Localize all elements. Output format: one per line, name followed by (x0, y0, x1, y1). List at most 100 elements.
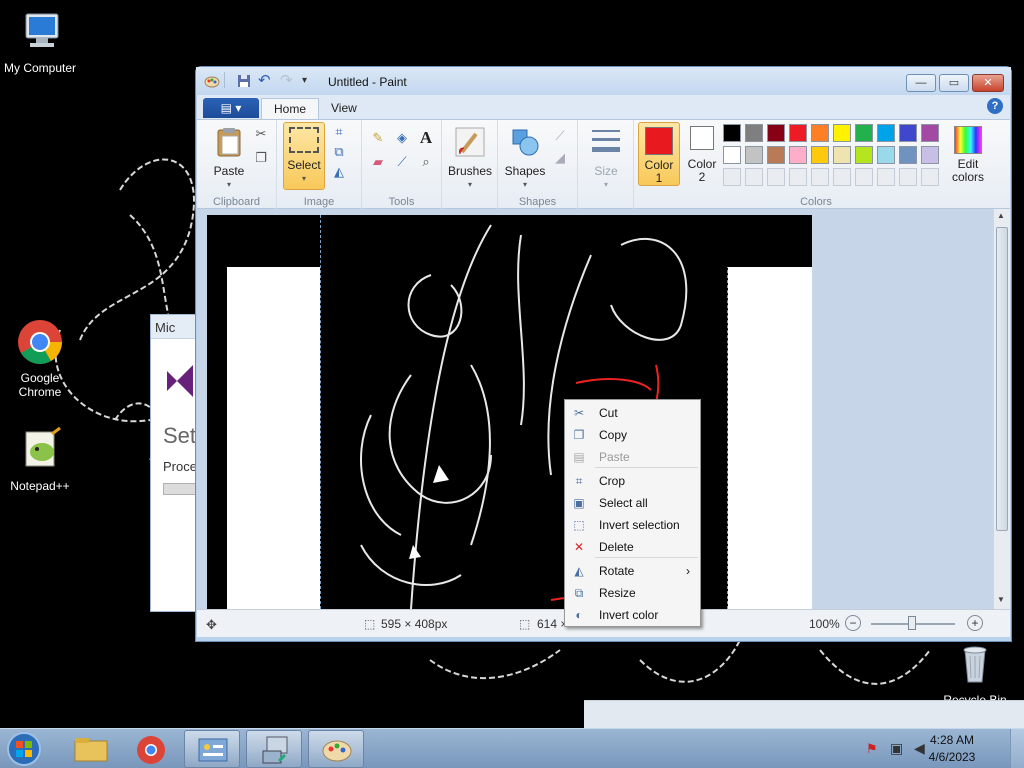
rotate-icon[interactable]: ◭ (329, 162, 349, 182)
desktop-icon-my-computer[interactable]: My Computer (0, 8, 80, 75)
palette-swatch[interactable] (855, 124, 873, 142)
custom-color-slot[interactable] (767, 168, 785, 186)
scroll-up-arrow-icon[interactable]: ▲ (997, 211, 1005, 220)
resize-icon[interactable]: ⧉ (329, 142, 349, 162)
custom-color-slot[interactable] (789, 168, 807, 186)
outline-icon[interactable]: ⟋ (550, 126, 570, 146)
maximize-button[interactable]: ▭ (939, 74, 969, 92)
taskbar-paint[interactable] (308, 730, 364, 768)
fill-icon[interactable]: ◈ (392, 128, 412, 148)
pencil-icon[interactable]: ✎ (368, 128, 388, 148)
zoom-slider-thumb[interactable] (908, 616, 916, 630)
menu-item-paste[interactable]: ▤ Paste (567, 446, 698, 468)
palette-swatch[interactable] (811, 146, 829, 164)
network-icon[interactable]: ▣ (890, 740, 903, 757)
palette-swatch[interactable] (877, 124, 895, 142)
paint-titlebar[interactable]: ↶ ↷ ▾ Untitled - Paint — ▭ ✕ (196, 67, 1011, 95)
tab-view[interactable]: View (319, 98, 369, 119)
show-desktop-button[interactable] (1010, 729, 1024, 768)
menu-item-resize[interactable]: ⧉ Resize (567, 582, 698, 604)
zoom-in-button[interactable]: + (967, 615, 983, 631)
palette-swatch[interactable] (833, 146, 851, 164)
color-picker-icon[interactable]: ⟋ (392, 152, 412, 172)
help-icon[interactable]: ? (987, 98, 1003, 114)
palette-swatch[interactable] (789, 124, 807, 142)
customize-qat-icon[interactable]: ▾ (302, 73, 318, 89)
size-button[interactable]: Size ▾ (584, 126, 628, 191)
brushes-button[interactable]: Brushes ▾ (446, 126, 494, 191)
vertical-scrollbar[interactable]: ▲ ▼ (993, 209, 1010, 609)
text-icon[interactable]: A (416, 128, 436, 148)
crop-icon: ⌗ (575, 474, 583, 488)
menu-item-rotate[interactable]: ◭ Rotate › (567, 560, 698, 582)
redo-icon[interactable]: ↷ (280, 73, 296, 89)
palette-swatch[interactable] (877, 146, 895, 164)
select-button[interactable]: Select ▾ (283, 122, 325, 190)
window-title: Untitled - Paint (328, 75, 407, 89)
menu-item-select-all[interactable]: ▣ Select all (567, 492, 698, 514)
select-all-icon: ▣ (573, 496, 585, 510)
custom-color-slot[interactable] (921, 168, 939, 186)
taskbar-explorer[interactable] (62, 730, 118, 768)
taskbar-installer[interactable] (246, 730, 302, 768)
paste-button[interactable]: Paste ▾ (205, 126, 253, 191)
tab-home[interactable]: Home (261, 98, 320, 119)
palette-swatch[interactable] (833, 124, 851, 142)
custom-color-slot[interactable] (745, 168, 763, 186)
fill-shape-icon[interactable]: ◢ (550, 148, 570, 168)
palette-swatch[interactable] (767, 124, 785, 142)
menu-item-invert-selection[interactable]: ⬚ Invert selection (567, 514, 698, 536)
custom-color-slot[interactable] (811, 168, 829, 186)
taskbar-control-panel[interactable] (184, 730, 240, 768)
color2-button[interactable]: Color 2 (682, 126, 722, 184)
crop-icon[interactable]: ⌗ (329, 122, 349, 142)
custom-color-slot[interactable] (723, 168, 741, 186)
undo-icon[interactable]: ↶ (258, 73, 274, 89)
palette-swatch[interactable] (723, 124, 741, 142)
scroll-thumb[interactable] (996, 227, 1008, 531)
shapes-button[interactable]: Shapes ▾ (500, 126, 550, 191)
paint-menu-button[interactable]: ▤ ▾ (203, 98, 259, 118)
menu-item-delete[interactable]: ✕ Delete (567, 536, 698, 558)
close-button[interactable]: ✕ (972, 74, 1004, 92)
palette-swatch[interactable] (811, 124, 829, 142)
palette-swatch[interactable] (855, 146, 873, 164)
menu-item-label: Invert color (599, 608, 659, 622)
save-icon[interactable] (236, 73, 252, 89)
edit-colors-button[interactable]: Edit colors (944, 126, 992, 184)
palette-swatch[interactable] (723, 146, 741, 164)
taskbar-chrome[interactable] (122, 730, 178, 768)
color1-button[interactable]: Color 1 (638, 122, 680, 186)
minimize-button[interactable]: — (906, 74, 936, 92)
eraser-icon[interactable]: ▰ (368, 152, 388, 172)
desktop-icon-recycle-bin[interactable]: Recycle Bin (935, 640, 1015, 707)
palette-swatch[interactable] (745, 124, 763, 142)
custom-color-slot[interactable] (877, 168, 895, 186)
palette-swatch[interactable] (921, 124, 939, 142)
palette-swatch[interactable] (899, 124, 917, 142)
palette-swatch[interactable] (921, 146, 939, 164)
magnifier-icon[interactable]: ⌕ (416, 152, 436, 172)
palette-swatch[interactable] (767, 146, 785, 164)
cut-icon[interactable]: ✂ (251, 124, 271, 144)
start-button[interactable] (4, 731, 52, 767)
clock[interactable]: 4:28 AM 4/6/2023 (922, 732, 982, 766)
palette-swatch[interactable] (789, 146, 807, 164)
brushes-dropdown-icon: ▾ (467, 180, 472, 189)
menu-item-label: Copy (599, 428, 628, 442)
custom-color-slot[interactable] (899, 168, 917, 186)
zoom-out-button[interactable]: − (845, 615, 861, 631)
menu-item-invert-color[interactable]: ◐ Invert color (567, 604, 698, 626)
palette-swatch[interactable] (899, 146, 917, 164)
palette-swatch[interactable] (745, 146, 763, 164)
custom-color-slot[interactable] (855, 168, 873, 186)
custom-color-slot[interactable] (833, 168, 851, 186)
menu-item-crop[interactable]: ⌗ Crop (567, 470, 698, 492)
action-center-flag-icon[interactable]: ⚑ (866, 741, 878, 757)
desktop-icon-google-chrome[interactable]: Google Chrome (0, 318, 80, 399)
scroll-down-arrow-icon[interactable]: ▼ (997, 595, 1005, 604)
copy-icon[interactable]: ❐ (251, 148, 271, 168)
desktop-icon-notepad-plus-plus[interactable]: Notepad++ (0, 426, 80, 493)
menu-item-copy[interactable]: ❐ Copy (567, 424, 698, 446)
menu-item-cut[interactable]: ✂ Cut (567, 402, 698, 424)
